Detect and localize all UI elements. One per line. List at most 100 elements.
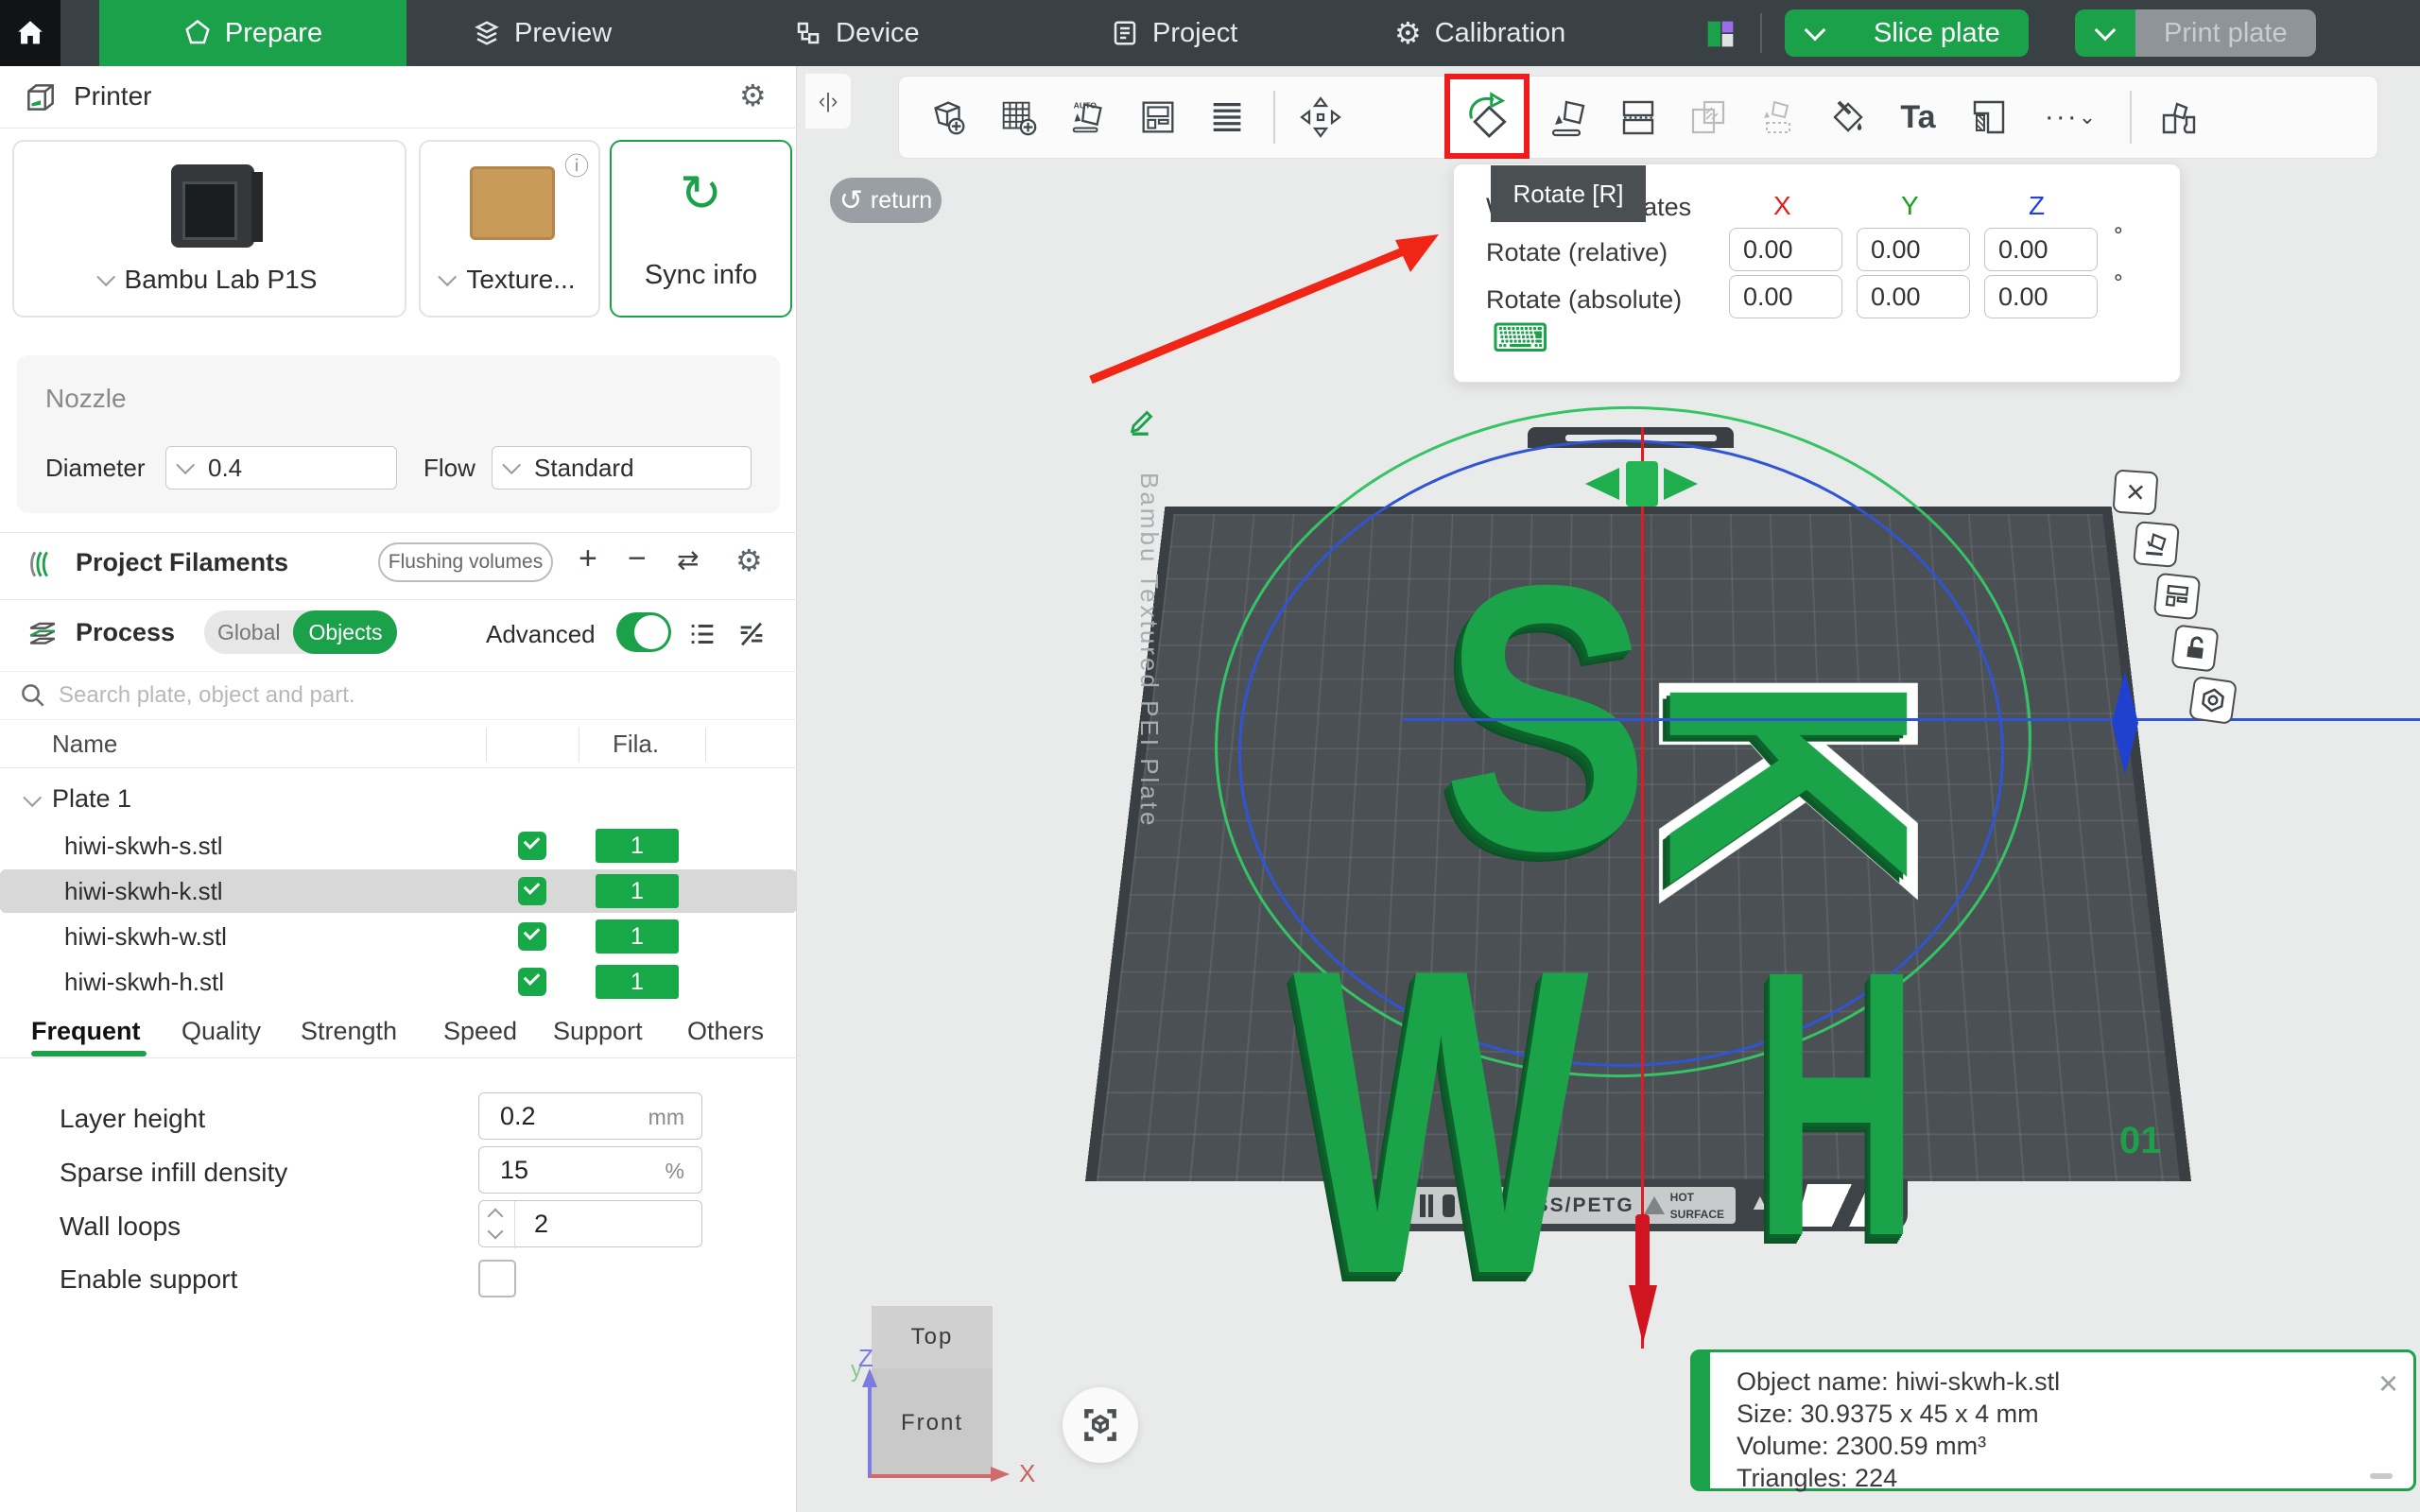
delete-plate-button[interactable]: × [2112,469,2158,515]
filament-badge[interactable]: 1 [596,965,679,999]
print-checkbox[interactable] [518,832,546,860]
remove-filament-button[interactable]: − [628,541,647,577]
filament-settings-gear-icon[interactable]: ⚙ [735,542,763,578]
auto-orient-tool[interactable]: AUTO [1063,93,1113,142]
filament-badge[interactable]: 1 [596,829,679,863]
compare-params-icon[interactable] [735,618,768,650]
printer-settings-gear-icon[interactable]: ⚙ [739,77,767,113]
move-tool[interactable] [1296,93,1345,142]
gizmo-z-arrow-head[interactable] [1629,1285,1657,1344]
rotate-rel-x-input[interactable]: 0.00 [1729,228,1842,271]
filament-sync-icon[interactable]: ⇄ [677,544,699,576]
print-checkbox[interactable] [518,877,546,905]
viewport-3d[interactable]: Bambu Textured PEI Plate S K K W H PLA/A… [798,66,2420,1512]
split-to-parts-tool[interactable] [1684,93,1733,142]
rotate-rel-z-input[interactable]: 0.00 [1984,228,2098,271]
print-plate-button[interactable]: Print plate [2075,9,2316,57]
scope-global[interactable]: Global [204,620,293,645]
arrange-plate-button[interactable] [2153,573,2202,621]
plate-settings-button[interactable] [2188,676,2238,725]
gizmo-y-arrow-right[interactable] [1664,468,1698,500]
tab-project[interactable]: Project [1111,0,1237,66]
lay-on-face-tool[interactable] [1544,93,1593,142]
seam-tool[interactable] [1203,93,1253,142]
model-letter-h[interactable]: H [1754,924,1918,1283]
build-plate-card[interactable]: ⓘ Texture... [419,140,600,318]
fit-view-button[interactable] [1063,1387,1138,1463]
step-down-icon[interactable] [488,1224,504,1240]
info-icon[interactable]: ⓘ [564,147,589,182]
slice-dropdown[interactable] [1785,9,1845,57]
printer-model-select[interactable]: Bambu Lab P1S [14,265,405,295]
stepper-arrows[interactable] [479,1201,515,1248]
advanced-toggle[interactable] [616,612,671,652]
add-filament-button[interactable]: + [579,541,597,577]
auto-orient-plate-button[interactable] [2133,521,2180,568]
object-row[interactable]: hiwi-skwh-w.stl 1 [0,915,797,958]
tab-support[interactable]: Support [553,1017,643,1046]
enable-support-checkbox[interactable] [478,1260,516,1297]
svg-shape-tool[interactable] [1963,93,2013,142]
home-button[interactable] [0,0,60,66]
tab-strength[interactable]: Strength [301,1017,397,1046]
sync-info-card[interactable]: ↻ Sync info [610,140,792,318]
assembly-view-tool[interactable] [2152,93,2202,142]
step-up-icon[interactable] [488,1209,504,1225]
layer-height-input[interactable]: 0.2 mm [478,1092,702,1140]
close-icon[interactable]: × [2378,1364,2398,1403]
model-letter-k-selected[interactable]: K K [1555,673,1961,905]
tab-preview[interactable]: Preview [473,0,612,66]
rotate-abs-y-input[interactable]: 0.00 [1857,275,1970,318]
split-to-objects-tool[interactable] [1614,93,1663,142]
process-scope-segmented[interactable]: Global Objects [204,610,386,654]
add-object-tool[interactable] [924,93,973,142]
object-row[interactable]: hiwi-skwh-h.stl 1 [0,960,797,1004]
print-checkbox[interactable] [518,968,546,996]
view-cube-front-face[interactable]: Front [872,1368,993,1477]
rotate-abs-z-input[interactable]: 0.00 [1984,275,2098,318]
search-input[interactable] [59,676,777,715]
rotate-tool-highlighted[interactable] [1444,74,1530,159]
print-checkbox[interactable] [518,922,546,951]
text-tool[interactable]: Ta [1893,93,1943,142]
printer-card[interactable]: Bambu Lab P1S [12,140,406,318]
edit-pencil-icon[interactable] [1127,404,1159,437]
merge-tool[interactable] [1754,93,1803,142]
return-button[interactable]: ↺ return [830,178,942,223]
rotate-abs-x-input[interactable]: 0.00 [1729,275,1842,318]
plate-type-select[interactable]: Texture... [421,265,598,295]
object-row[interactable]: hiwi-skwh-s.stl 1 [0,824,797,868]
filament-badge[interactable]: 1 [596,874,679,908]
tab-quality[interactable]: Quality [182,1017,261,1046]
lock-plate-button[interactable] [2170,624,2219,672]
arrange-tool[interactable] [1133,93,1183,142]
param-list-icon[interactable] [686,618,718,650]
rotate-rel-y-input[interactable]: 0.00 [1857,228,1970,271]
add-plate-tool[interactable] [994,93,1043,142]
tab-calibration[interactable]: ⚙ Calibration [1394,0,1565,66]
print-dropdown[interactable] [2075,9,2135,57]
plate-row[interactable]: Plate 1 [0,777,797,820]
object-row-selected[interactable]: hiwi-skwh-k.stl 1 [0,869,797,913]
gizmo-y-arrow-left[interactable] [1585,468,1619,500]
flushing-volumes-button[interactable]: Flushing volumes [378,542,553,582]
more-tools-button[interactable]: ···⌄ [2033,93,2109,142]
tab-others[interactable]: Others [687,1017,764,1046]
tab-speed[interactable]: Speed [443,1017,517,1046]
wall-loops-stepper[interactable]: 2 [478,1200,702,1247]
diameter-select[interactable]: 0.4 [165,446,397,490]
infill-input[interactable]: 15 % [478,1146,702,1194]
gizmo-y-handle[interactable] [1626,461,1658,507]
tab-prepare[interactable]: Prepare [99,0,406,66]
chevron-down-icon[interactable] [23,788,42,807]
scope-objects[interactable]: Objects [293,610,397,654]
flow-select[interactable]: Standard [492,446,752,490]
tab-frequent[interactable]: Frequent [31,1017,141,1046]
tab-device[interactable]: Device [794,0,920,66]
keyboard-icon[interactable]: ⌨ [1492,319,1549,357]
model-letter-w[interactable]: W [1293,915,1589,1331]
collapse-sidebar-handle[interactable]: ‹|› [805,74,851,129]
view-cube-top-face[interactable]: Top [872,1306,993,1368]
color-paint-tool[interactable] [1824,93,1873,142]
filament-badge[interactable]: 1 [596,919,679,954]
